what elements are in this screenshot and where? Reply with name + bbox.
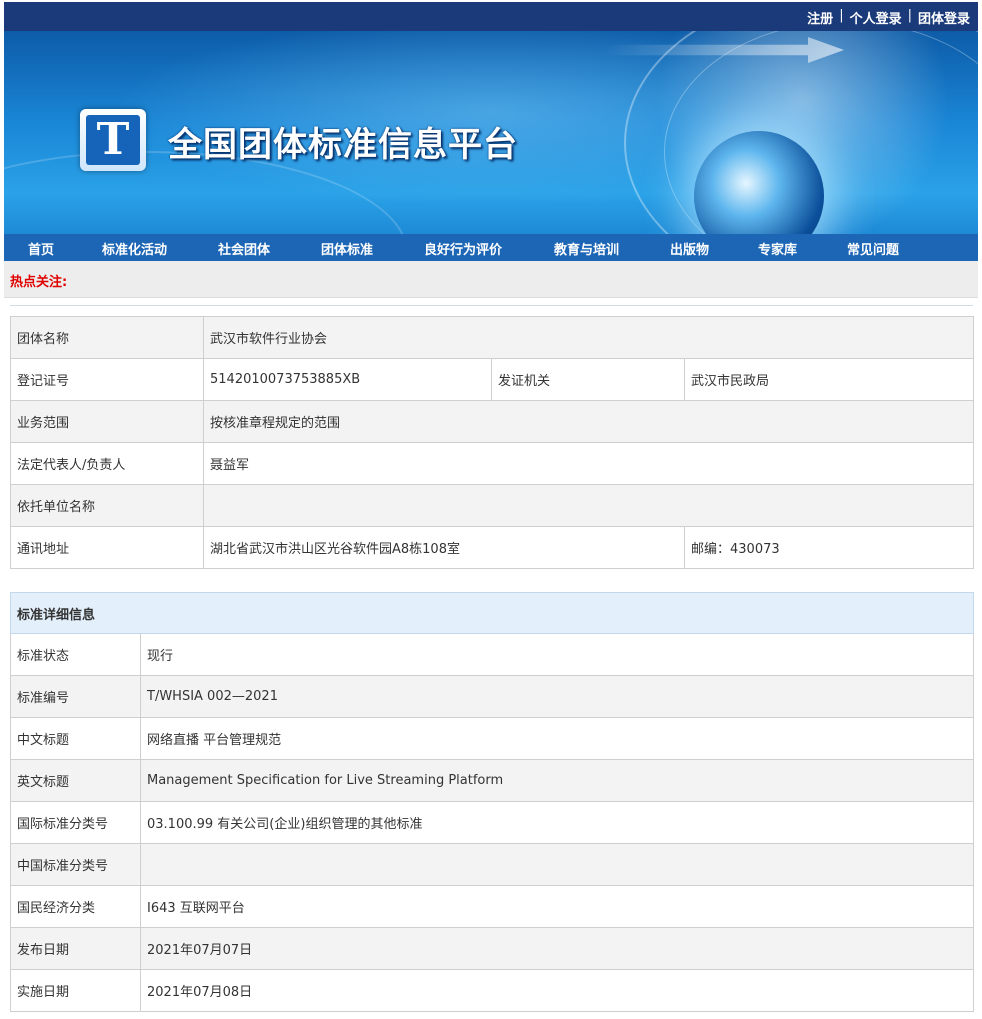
row-label: 业务范围 bbox=[10, 400, 204, 443]
row-value bbox=[202, 484, 975, 527]
table-header-row: 标准详细信息 bbox=[9, 592, 975, 634]
hot-topics-label: 热点关注: bbox=[10, 275, 68, 290]
row-value: 03.100.99 有关公司(企业)组织管理的其他标准 bbox=[139, 801, 975, 844]
postal-code: 邮编：430073 bbox=[683, 526, 975, 569]
row-label: 标准编号 bbox=[10, 675, 141, 718]
table-row: 团体名称 武汉市软件行业协会 bbox=[10, 316, 975, 359]
row-label: 国际标准分类号 bbox=[10, 801, 141, 844]
row-value: 现行 bbox=[139, 633, 975, 676]
row-label: 中文标题 bbox=[10, 717, 141, 760]
row-label: 中国标准分类号 bbox=[10, 843, 141, 886]
row-value: 湖北省武汉市洪山区光谷软件园A8栋108室 bbox=[203, 526, 685, 569]
nav-publications[interactable]: 出版物 bbox=[670, 239, 709, 258]
row-value: 5142010073753885XB bbox=[203, 358, 492, 401]
table-row: 法定代表人/负责人 聂益军 bbox=[10, 442, 975, 485]
row-label: 依托单位名称 bbox=[10, 484, 204, 527]
organization-info-table: 团体名称 武汉市软件行业协会 登记证号 5142010073753885XB 发… bbox=[10, 316, 975, 569]
nav-home[interactable]: 首页 bbox=[28, 239, 54, 258]
row-value: 按核准章程规定的范围 bbox=[202, 400, 975, 443]
row-label: 法定代表人/负责人 bbox=[10, 442, 204, 485]
row-value: 武汉市民政局 bbox=[683, 358, 975, 401]
section-heading: 标准详细信息 bbox=[9, 592, 975, 634]
separator: | bbox=[839, 8, 844, 23]
row-value: 2021年07月08日 bbox=[139, 969, 975, 1012]
table-row: 标准状态 现行 bbox=[10, 633, 975, 676]
separator: | bbox=[907, 8, 912, 23]
row-value bbox=[139, 843, 975, 886]
nav-education[interactable]: 教育与培训 bbox=[554, 239, 619, 258]
table-row: 业务范围 按核准章程规定的范围 bbox=[10, 400, 975, 443]
nav-faq[interactable]: 常见问题 bbox=[847, 239, 899, 258]
row-value: 网络直播 平台管理规范 bbox=[139, 717, 975, 760]
logo-mark: T bbox=[86, 115, 140, 165]
top-links: 注册 | 个人登录 | 团体登录 bbox=[807, 8, 970, 27]
row-value: Management Specification for Live Stream… bbox=[139, 759, 975, 802]
row-value: 2021年07月07日 bbox=[139, 927, 975, 970]
row-value: 武汉市软件行业协会 bbox=[202, 316, 975, 359]
nav-experts[interactable]: 专家库 bbox=[758, 239, 797, 258]
table-row: 标准编号 T/WHSIA 002—2021 bbox=[10, 675, 975, 718]
table-row: 中国标准分类号 bbox=[10, 843, 975, 886]
nav-group-standards[interactable]: 团体标准 bbox=[321, 239, 373, 258]
table-top-edge bbox=[10, 305, 973, 316]
table-row: 国际标准分类号 03.100.99 有关公司(企业)组织管理的其他标准 bbox=[10, 801, 975, 844]
row-label: 发证机关 bbox=[491, 358, 685, 401]
group-login-link[interactable]: 团体登录 bbox=[918, 8, 970, 27]
row-label: 通讯地址 bbox=[10, 526, 204, 569]
main-nav: 首页 标准化活动 社会团体 团体标准 良好行为评价 教育与培训 出版物 专家库 … bbox=[4, 234, 978, 261]
row-label: 英文标题 bbox=[10, 759, 141, 802]
row-label: 登记证号 bbox=[10, 358, 204, 401]
table-row: 登记证号 5142010073753885XB 发证机关 武汉市民政局 bbox=[10, 358, 975, 401]
standard-detail-table: 标准详细信息 标准状态 现行 标准编号 T/WHSIA 002—2021 中文标… bbox=[9, 592, 975, 1012]
row-label: 团体名称 bbox=[10, 316, 204, 359]
personal-login-link[interactable]: 个人登录 bbox=[850, 8, 902, 27]
table-row: 发布日期 2021年07月07日 bbox=[10, 927, 975, 970]
page: 注册 | 个人登录 | 团体登录 T 全国团体标准信息平台 首页 标准化活动 社… bbox=[0, 0, 982, 1019]
row-label: 国民经济分类 bbox=[10, 885, 141, 928]
register-link[interactable]: 注册 bbox=[807, 8, 833, 27]
nav-standardization[interactable]: 标准化活动 bbox=[102, 239, 167, 258]
nav-good-behavior[interactable]: 良好行为评价 bbox=[424, 239, 502, 258]
site-logo[interactable]: T bbox=[80, 109, 146, 171]
row-value: T/WHSIA 002—2021 bbox=[139, 675, 975, 718]
row-value: I643 互联网平台 bbox=[139, 885, 975, 928]
row-label: 发布日期 bbox=[10, 927, 141, 970]
table-row: 依托单位名称 bbox=[10, 484, 975, 527]
row-label: 标准状态 bbox=[10, 633, 141, 676]
table-row: 通讯地址 湖北省武汉市洪山区光谷软件园A8栋108室 邮编：430073 bbox=[10, 526, 975, 569]
site-title: 全国团体标准信息平台 bbox=[168, 125, 518, 165]
table-row: 实施日期 2021年07月08日 bbox=[10, 969, 975, 1012]
row-label: 实施日期 bbox=[10, 969, 141, 1012]
header-banner: T 全国团体标准信息平台 bbox=[4, 31, 978, 234]
table-row: 中文标题 网络直播 平台管理规范 bbox=[10, 717, 975, 760]
hot-topics-bar: 热点关注: bbox=[4, 261, 978, 298]
table-row: 国民经济分类 I643 互联网平台 bbox=[10, 885, 975, 928]
table-row: 英文标题 Management Specification for Live S… bbox=[10, 759, 975, 802]
nav-social-groups[interactable]: 社会团体 bbox=[218, 239, 270, 258]
top-bar: 注册 | 个人登录 | 团体登录 bbox=[4, 2, 978, 31]
row-value: 聂益军 bbox=[202, 442, 975, 485]
